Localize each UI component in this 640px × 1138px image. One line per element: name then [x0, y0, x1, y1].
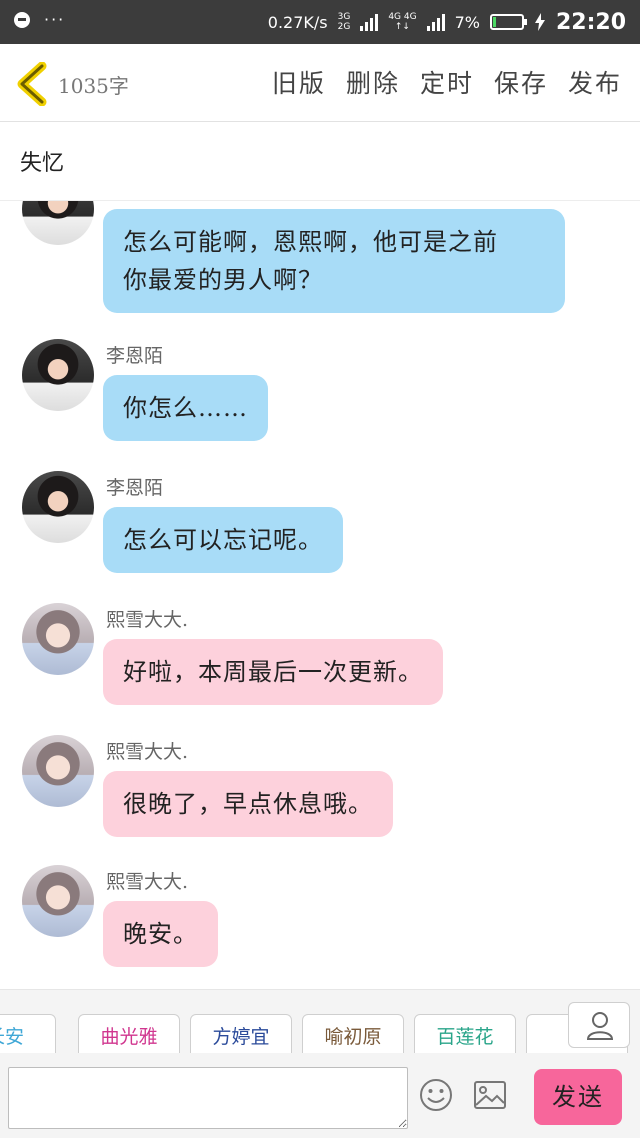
- message-bubble[interactable]: 晚安。: [103, 901, 218, 967]
- avatar[interactable]: [22, 471, 94, 543]
- avatar[interactable]: [22, 735, 94, 807]
- avatar[interactable]: [22, 201, 94, 245]
- person-icon: [586, 1012, 614, 1040]
- header-actions: 旧版 删除 定时 保存 发布: [272, 64, 622, 100]
- signal-icon: [360, 13, 379, 31]
- editor-header: 1035字 旧版 删除 定时 保存 发布: [0, 44, 640, 122]
- sender-name: 熙雪大大.: [106, 741, 189, 763]
- avatar[interactable]: [22, 339, 94, 411]
- message-bubble[interactable]: 怎么可以忘记呢。: [103, 507, 343, 573]
- clock: 22:20: [555, 9, 626, 35]
- avatar[interactable]: [22, 865, 94, 937]
- message-line: 怎么可能啊，恩熙啊，他可是之前: [123, 228, 498, 256]
- role-tag[interactable]: 方婷宜: [190, 1014, 292, 1053]
- role-tag-label: 方婷宜: [212, 1026, 270, 1048]
- message-bubble[interactable]: 你怎么……: [103, 375, 268, 441]
- message-line: 你最爱的男人啊？: [123, 266, 323, 294]
- message-bubble[interactable]: 好啦，本周最后一次更新。: [103, 639, 443, 705]
- old-version-button[interactable]: 旧版: [272, 64, 326, 100]
- role-tag-label: 曲光雅: [100, 1026, 158, 1048]
- role-tag[interactable]: 百莲花: [414, 1014, 516, 1053]
- network-speed: 0.27K/s: [267, 12, 328, 32]
- avatar[interactable]: [22, 603, 94, 675]
- chevron-left-icon[interactable]: [14, 62, 50, 106]
- send-button[interactable]: 发送: [534, 1069, 622, 1125]
- battery-percent: 7%: [454, 12, 480, 32]
- role-tag[interactable]: 长安: [0, 1014, 56, 1053]
- status-bar: ··· 0.27K/s 3G 2G 4G 4G ↑↓ 7% 22:20: [0, 0, 640, 44]
- chapter-title: 失忆: [20, 151, 65, 176]
- role-tag[interactable]: 曲光雅: [78, 1014, 180, 1053]
- signal-icon-2: [426, 13, 445, 31]
- publish-button[interactable]: 发布: [568, 64, 622, 100]
- sender-name: 李恩陌: [106, 345, 164, 367]
- sender-name: 李恩陌: [106, 477, 164, 499]
- network-type-3g: 3G 2G: [337, 12, 351, 32]
- battery-fill: [492, 17, 496, 27]
- charging-icon: [534, 13, 545, 31]
- role-tag-label: 喻初原: [324, 1026, 382, 1048]
- message-bubble[interactable]: 很晚了，早点休息哦。: [103, 771, 393, 837]
- notification-icon: [14, 11, 30, 28]
- input-bar: 发送: [0, 1053, 640, 1138]
- battery-icon: [489, 14, 527, 30]
- network-type-4g: 4G 4G ↑↓: [388, 12, 417, 32]
- role-tag-label: 长安: [0, 1026, 24, 1048]
- role-tag-bar[interactable]: 长安 曲光雅 方婷宜 喻初原 百莲花 云: [0, 989, 640, 1053]
- message-bubble[interactable]: 怎么可能啊，恩熙啊，他可是之前 你最爱的男人啊？: [103, 209, 565, 313]
- schedule-button[interactable]: 定时: [420, 64, 474, 100]
- save-button[interactable]: 保存: [494, 64, 548, 100]
- sender-name: 熙雪大大.: [106, 609, 189, 631]
- chapter-title-field[interactable]: 失忆: [0, 123, 640, 201]
- word-count: 1035字: [58, 74, 129, 98]
- chat-list[interactable]: 怎么可能啊，恩熙啊，他可是之前 你最爱的男人啊？ 李恩陌 你怎么…… 李恩陌 怎…: [0, 201, 640, 989]
- role-manager-button[interactable]: [568, 1002, 630, 1048]
- status-left: ···: [14, 10, 65, 29]
- image-icon[interactable]: [472, 1077, 508, 1113]
- role-tag[interactable]: 喻初原: [302, 1014, 404, 1053]
- status-right: 0.27K/s 3G 2G 4G 4G ↑↓ 7% 22:20: [268, 0, 626, 44]
- sender-name: 熙雪大大.: [106, 871, 189, 893]
- more-notifications-icon: ···: [44, 10, 66, 29]
- smiley-icon[interactable]: [418, 1077, 454, 1113]
- message-input[interactable]: [8, 1067, 408, 1129]
- role-tag-label: 百莲花: [436, 1026, 494, 1048]
- delete-button[interactable]: 删除: [346, 64, 400, 100]
